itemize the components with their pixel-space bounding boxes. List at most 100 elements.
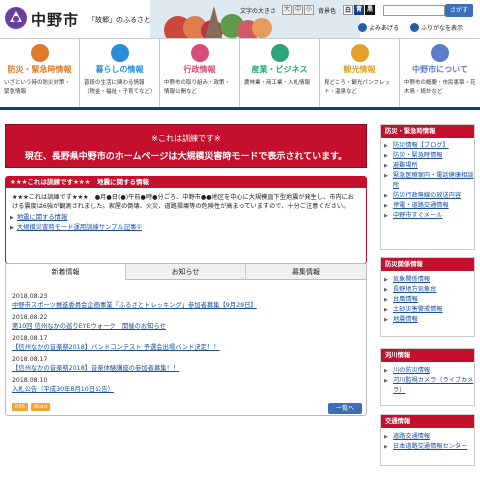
arrow-right-icon: ▶ [384,213,388,219]
bg-color-label: 背景色 [318,8,337,15]
nav-item-tourism[interactable]: 観光情報 見どころ・観光パンフレット・温泉など [320,39,400,107]
sidebar-item[interactable]: ▶ 緊急医療案内・電話健康相談所 [381,171,474,191]
nav-sub: 普段の生活に関わる情報（税金・福祉・子育てなど） [84,80,156,95]
sidebar-link[interactable]: 停電・道路交通情報 [393,201,449,211]
sidebar-heading: 防災・緊急時情報 [381,125,474,138]
tab-new-info[interactable]: 新着情報 [6,264,126,280]
disaster-link-text[interactable]: 大規模災害時モード運用訓練サンプル記事① [17,223,142,233]
nav-title: 産業・ビジネス [251,65,308,74]
sidebar-item[interactable]: ▶ 防災行政無線の放送内容 [381,191,474,201]
search-button[interactable]: さがす [445,4,473,17]
sidebar-item[interactable]: ▶ 避難場所 [381,161,474,171]
sidebar-link[interactable]: 道路交通情報 [393,432,430,442]
bg-black-button[interactable]: 黒 [365,5,375,15]
nav-sub: 中野市の取り組み・政策・情報公開など [164,80,231,95]
arrow-right-icon: ▶ [384,297,388,303]
nav-item-industry[interactable]: 産業・ビジネス 農林業・商工業・入札情報 [240,39,320,107]
disaster-link[interactable]: ▶ 地震に関する情報 [10,213,366,223]
sidebar-item[interactable]: ▶ 気象関係情報 [381,275,474,285]
rss-badge[interactable]: RSS [12,403,28,411]
sidebar-link[interactable]: 防災情報【ブログ】 [393,141,449,151]
arrow-right-icon: ▶ [384,143,388,149]
sidebar-link[interactable]: 防災行政無線の放送内容 [393,191,461,201]
nav-item-government[interactable]: 行政情報 中野市の取り組み・政策・情報公開など [160,39,240,107]
news-link[interactable]: 【信州なかの音楽祭2018】バンドコンテスト 予選会出場バンド決定！！ [12,344,220,351]
news-link[interactable]: 第10回 信州なかの巡りEYEウォーク 開催のお知らせ [12,323,166,330]
sidebar-heading: 河川情報 [381,349,474,362]
news-panel: 新着情報 お知らせ 募集情報 2018.08.23 中野市スポーツ推進委員会企画… [5,263,367,416]
sidebar-item[interactable]: ▶ 道路交通情報 [381,432,474,442]
sidebar-item[interactable]: ▶ 防災情報【ブログ】 [381,141,474,151]
arrow-right-icon: ▶ [10,225,14,231]
arrow-right-icon: ▶ [384,444,388,450]
bg-white-button[interactable]: 白 [343,5,353,15]
sidebar-link[interactable]: 日本道路交通情報センター [393,442,467,452]
nav-item-disaster[interactable]: 防災・緊急時情報 いざという時の防災対策・緊急情報 [0,39,80,107]
search-input[interactable] [383,5,445,16]
sidebar-link[interactable]: 気象関係情報 [393,275,430,285]
font-size-label: 文字の大きさ [240,8,277,15]
sidebar-disaster: 防災・緊急時情報 ▶ 防災情報【ブログ】 ▶ 防災・緊急時情報 ▶ 避難場所 ▶ 緊急医… [380,124,475,250]
sidebar-item[interactable]: ▶ 中野市すぐメール [381,211,474,221]
read-aloud-link[interactable]: よみあげる [358,23,399,32]
tab-notices[interactable]: お知らせ [126,264,246,280]
news-link[interactable]: 【信州なかの音楽祭2018】音楽体験講座の参加者募集！！ [12,365,179,372]
news-link[interactable]: 入札公告（平成30年8月10日公告） [12,386,114,393]
sidebar-item[interactable]: ▶ 土砂災害警戒情報 [381,305,474,315]
nav-sub: 中野市の概要・市民憲章・花木鳥・統計など [404,80,476,95]
site-name[interactable]: 中野市 [31,9,79,30]
nav-item-living[interactable]: 暮らしの情報 普段の生活に関わる情報（税金・福祉・子育てなど） [80,39,160,107]
sidebar-item[interactable]: ▶ 日本道路交通情報センター [381,442,474,452]
font-size-large-button[interactable]: 大 [282,5,292,15]
sidebar-link[interactable]: 中野市すぐメール [393,211,443,221]
arrow-right-icon: ▶ [384,287,388,293]
sidebar-disaster-related: 防災関係情報 ▶ 気象関係情報 ▶ 長野地方気象台 ▶ 台風情報 ▶ 土砂災害警戒情報 … [380,257,475,337]
disaster-icon [30,44,49,62]
city-logo-icon[interactable] [4,6,28,30]
atom-badge[interactable]: Atom [30,403,51,411]
disaster-link[interactable]: ▶ 大規模災害時モード運用訓練サンプル記事① [10,223,366,233]
news-date: 2018.08.10 [12,377,48,384]
sidebar-item[interactable]: ▶ 停電・道路交通情報 [381,201,474,211]
sidebar-item[interactable]: ▶ 台風情報 [381,295,474,305]
sidebar-item[interactable]: ▶ 長野地方気象台 [381,285,474,295]
disaster-link-text[interactable]: 地震に関する情報 [17,213,67,223]
font-size-medium-button[interactable]: 中 [293,5,303,15]
tab-recruitment[interactable]: 募集情報 [246,264,366,280]
sidebar-heading: 防災関係情報 [381,258,474,271]
furigana-link[interactable]: ふりがなを表示 [410,23,463,32]
disaster-mode-alert: ※これは訓練です※ 現在、長野県中野市のホームページは大規模災害時モードで表示さ… [5,124,367,168]
nav-title: 暮らしの情報 [95,65,144,74]
sidebar-link[interactable]: 防災・緊急時情報 [393,151,443,161]
sidebar-heading: 交通情報 [381,415,474,428]
news-list-button[interactable]: 一覧へ [328,403,362,414]
sidebar-link[interactable]: 避難場所 [393,161,418,171]
nav-item-about[interactable]: 中野市について 中野市の概要・市民憲章・花木鳥・統計など [400,39,480,107]
sidebar-link[interactable]: 緊急医療案内・電話健康相談所 [393,171,474,191]
news-date: 2018.08.22 [12,314,48,321]
sidebar-item[interactable]: ▶ 防災・緊急時情報 [381,151,474,161]
news-date: 2018.08.17 [12,356,48,363]
bg-blue-button[interactable]: 青 [354,5,364,15]
arrow-right-icon: ▶ [384,153,388,159]
sidebar-link[interactable]: 台風情報 [393,295,418,305]
news-link[interactable]: 中野市スポーツ推進委員会企画事業「ふるさとトレッキング」参加者募集【9月29日】 [12,302,257,309]
read-aloud-label: よみあげる [369,25,400,32]
arrow-right-icon: ▶ [384,317,388,323]
sidebar-item[interactable]: ▶ 地震情報 [381,315,474,325]
sidebar-link[interactable]: 川の防災情報 [393,366,430,376]
sidebar-link[interactable]: 長野地方気象台 [393,285,436,295]
arrow-right-icon: ▶ [384,378,388,384]
news-tabs: 新着情報 お知らせ 募集情報 [6,264,366,280]
sidebar-link[interactable]: 土砂災害警戒情報 [393,305,443,315]
alert-message: 現在、長野県中野市のホームページは大規模災害時モードで表示されています。 [24,152,348,162]
sidebar-link[interactable]: 地震情報 [393,315,418,325]
font-size-small-button[interactable]: 小 [304,5,314,15]
sidebar-link[interactable]: 河川監視カメラ（ライブカメラ） [393,376,474,396]
furigana-label: ふりがなを表示 [421,25,464,32]
disaster-info-body: ★★★これは訓練です★★★ ●月●日(●)午前●時●分ごろ、中野市●●地区を中心… [12,194,354,210]
sidebar-item[interactable]: ▶ 川の防災情報 [381,366,474,376]
news-date: 2018.08.23 [12,293,48,300]
sidebar-item[interactable]: ▶ 河川監視カメラ（ライブカメラ） [381,376,474,396]
arrow-right-icon: ▶ [384,173,388,179]
